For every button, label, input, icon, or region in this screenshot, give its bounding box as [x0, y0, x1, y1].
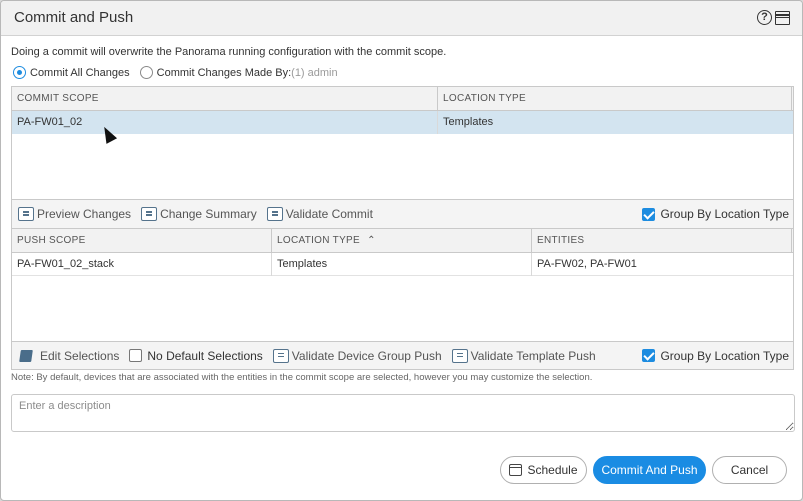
no-default-selections-toggle[interactable]: No Default Selections	[129, 349, 266, 363]
column-header-location-type-sorted[interactable]: LOCATION TYPE ⌃	[272, 229, 532, 252]
location-type-cell: Templates	[272, 253, 532, 276]
push-scope-table: PUSH SCOPE LOCATION TYPE ⌃ ENTITIES PA-F…	[11, 228, 794, 342]
column-header-commit-scope[interactable]: COMMIT SCOPE	[12, 87, 438, 110]
commit-scope-cell: PA-FW01_02	[12, 111, 438, 134]
preview-changes-label: Preview Changes	[37, 207, 132, 221]
validate-template-push-label: Validate Template Push	[470, 348, 596, 363]
commit-made-by-user: (1) admin	[291, 66, 338, 79]
schedule-label: Schedule	[527, 463, 578, 477]
validate-device-group-push-label: Validate Device Group Push	[291, 348, 442, 363]
location-type-cell: Templates	[443, 116, 494, 128]
edit-icon	[19, 349, 33, 362]
column-header-location-type[interactable]: LOCATION TYPE	[438, 87, 792, 110]
change-summary-icon	[141, 207, 158, 221]
change-summary-button[interactable]: Change Summary	[141, 207, 261, 221]
sort-ascending-icon: ⌃	[367, 235, 376, 246]
commit-scope-header: COMMIT SCOPE LOCATION TYPE	[12, 87, 793, 111]
validate-template-icon	[451, 348, 468, 363]
validate-template-push-button[interactable]: Validate Template Push	[451, 348, 600, 363]
validate-commit-icon	[266, 207, 283, 221]
preview-changes-button[interactable]: Preview Changes	[18, 207, 135, 221]
column-header-entities[interactable]: ENTITIES	[532, 229, 792, 252]
commit-and-push-button[interactable]: Commit And Push	[593, 456, 706, 484]
entities-cell: PA-FW02, PA-FW01	[537, 258, 637, 270]
validate-device-group-push-button[interactable]: Validate Device Group Push	[272, 348, 446, 363]
edit-selections-button[interactable]: Edit Selections	[19, 348, 123, 363]
validate-commit-label: Validate Commit	[285, 207, 373, 221]
commit-all-radio[interactable]	[13, 66, 26, 79]
column-header-push-scope[interactable]: PUSH SCOPE	[12, 229, 272, 252]
title-icons: ?	[757, 10, 790, 25]
commit-group-by-checkbox[interactable]	[642, 207, 656, 221]
push-group-by-checkbox[interactable]	[642, 349, 656, 362]
commit-scope-table: COMMIT SCOPE LOCATION TYPE PA-FW01_02 Te…	[11, 86, 794, 200]
commit-push-dialog: Commit and Push ? Doing a commit will ov…	[0, 0, 803, 501]
schedule-button[interactable]: Schedule	[500, 456, 587, 484]
description-field[interactable]	[11, 394, 795, 432]
commit-made-by-label[interactable]: Commit Changes Made By:	[157, 67, 292, 79]
selection-note: Note: By default, devices that are assoc…	[11, 372, 593, 383]
push-scope-header: PUSH SCOPE LOCATION TYPE ⌃ ENTITIES	[12, 229, 793, 253]
validate-device-group-icon	[272, 348, 289, 363]
calendar-icon	[509, 464, 523, 476]
help-icon[interactable]: ?	[757, 10, 772, 25]
info-text: Doing a commit will overwrite the Panora…	[11, 46, 447, 58]
commit-made-by-radio[interactable]	[139, 66, 153, 79]
push-group-by-label: Group By Location Type	[660, 348, 789, 363]
commit-toolbar: Preview Changes Change Summary Validate …	[11, 200, 794, 228]
push-toolbar: Edit Selections No Default Selections Va…	[11, 342, 794, 370]
preview-changes-icon	[18, 207, 34, 221]
dialog-title: Commit and Push	[14, 9, 134, 26]
push-group-by-toggle[interactable]: Group By Location Type	[642, 349, 789, 363]
no-default-selections-checkbox[interactable]	[129, 349, 143, 362]
location-type-header-label: LOCATION TYPE	[277, 235, 360, 246]
commit-all-label[interactable]: Commit All Changes	[30, 67, 130, 79]
edit-selections-label: Edit Selections	[40, 348, 120, 363]
validate-commit-button[interactable]: Validate Commit	[266, 207, 377, 221]
title-bar: Commit and Push ?	[1, 1, 802, 36]
no-default-selections-label: No Default Selections	[147, 348, 263, 363]
maximize-icon[interactable]	[775, 11, 790, 25]
change-summary-label: Change Summary	[160, 207, 257, 221]
table-row[interactable]: PA-FW01_02 Templates	[12, 111, 793, 134]
commit-group-by-label: Group By Location Type	[660, 207, 789, 221]
commit-mode-radios: Commit All Changes Commit Changes Made B…	[13, 66, 338, 79]
push-scope-cell: PA-FW01_02_stack	[12, 253, 272, 276]
cancel-button[interactable]: Cancel	[712, 456, 787, 484]
commit-group-by-toggle[interactable]: Group By Location Type	[642, 207, 789, 221]
table-row[interactable]: PA-FW01_02_stack Templates PA-FW02, PA-F…	[12, 253, 793, 276]
